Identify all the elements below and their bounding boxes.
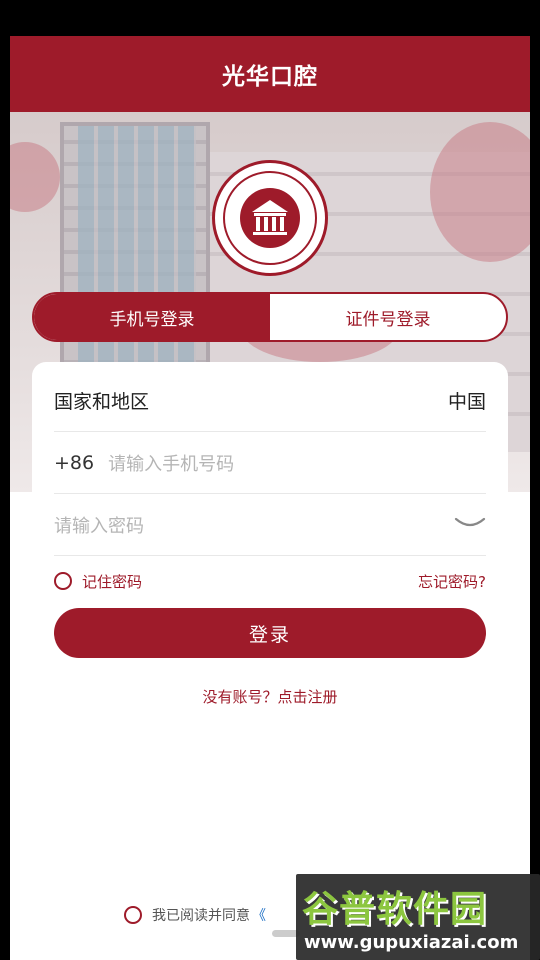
- password-input[interactable]: 请输入密码: [54, 512, 144, 538]
- login-card: 国家和地区 中国 +86 请输入手机号码 请输入密码 记住密码 忘记密码? 登录…: [32, 362, 508, 960]
- region-label: 国家和地区: [54, 391, 150, 413]
- password-row: 请输入密码: [54, 494, 486, 556]
- phone-screen: 光华口腔 手机号登录 证件号登录 国家和地区 中国 +86 请输入手机号码 请输…: [10, 36, 530, 960]
- hospital-seal-icon: [223, 171, 317, 265]
- tab-phone-login[interactable]: 手机号登录: [34, 294, 270, 340]
- agree-radio[interactable]: [124, 906, 142, 924]
- remember-radio[interactable]: [54, 572, 72, 590]
- region-row[interactable]: 国家和地区 中国: [54, 370, 486, 432]
- login-button[interactable]: 登录: [54, 608, 486, 658]
- login-tabs: 手机号登录 证件号登录: [32, 292, 508, 342]
- phone-row: +86 请输入手机号码: [54, 432, 486, 494]
- app-title: 光华口腔: [222, 64, 318, 90]
- hospital-logo: [212, 160, 328, 276]
- tab-id-login[interactable]: 证件号登录: [270, 294, 506, 340]
- watermark-url: www.gupuxiazai.com: [304, 932, 519, 953]
- password-options: 记住密码 忘记密码?: [54, 566, 486, 596]
- agreement-link[interactable]: 《: [252, 905, 266, 925]
- watermark-name: 谷普软件园: [302, 889, 488, 930]
- agreement-row: 我已阅读并同意 《: [124, 904, 266, 926]
- watermark-logo: 谷普软件园 www.gupuxiazai.com: [296, 874, 540, 960]
- eye-closed-icon[interactable]: [454, 514, 486, 536]
- agreement-text: 我已阅读并同意: [152, 908, 250, 924]
- country-code[interactable]: +86: [54, 452, 94, 474]
- forgot-password-link[interactable]: 忘记密码?: [418, 571, 486, 592]
- register-link[interactable]: 没有账号？点击注册: [32, 686, 508, 707]
- phone-input[interactable]: 请输入手机号码: [108, 450, 234, 476]
- remember-label[interactable]: 记住密码: [82, 571, 142, 592]
- region-value[interactable]: 中国: [448, 387, 486, 414]
- tree-blossom: [10, 142, 60, 212]
- title-bar: 光华口腔: [10, 36, 530, 112]
